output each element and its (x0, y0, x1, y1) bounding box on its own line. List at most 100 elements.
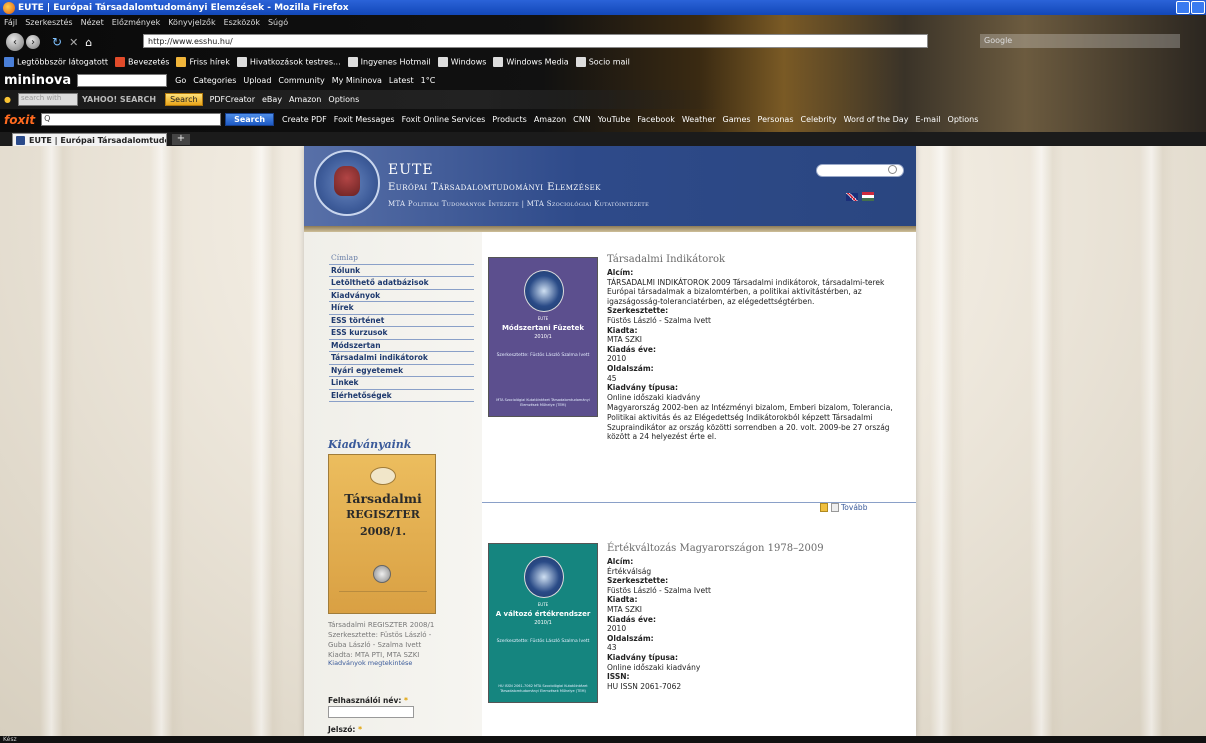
menu-item-modszertan[interactable]: Módszertan (329, 340, 474, 352)
bookmark-item[interactable]: Ingyenes Hotmail (347, 57, 431, 67)
foxit-options-button[interactable]: Options (948, 115, 979, 124)
foxit-messages-button[interactable]: Foxit Messages (334, 115, 395, 124)
back-button[interactable]: ‹ (6, 33, 24, 51)
facebook-link[interactable]: Facebook (637, 115, 675, 124)
mininova-upload[interactable]: Upload (243, 76, 271, 85)
mininova-latest[interactable]: Latest (389, 76, 414, 85)
menu-edit[interactable]: Szerkesztés (25, 18, 72, 27)
foxit-logo: foxit (4, 112, 36, 127)
menu-item-ess-kurzusok[interactable]: ESS kurzusok (329, 327, 474, 340)
youtube-link[interactable]: YouTube (598, 115, 631, 124)
bookmark-item[interactable]: Windows Media (493, 57, 569, 67)
entry-title[interactable]: Értékváltozás Magyarországon 1978–2009 (607, 543, 824, 554)
menu-item-linkek[interactable]: Linkek (329, 377, 474, 390)
home-icon[interactable]: ⌂ (85, 36, 92, 49)
menu-item-nyari-egyetemek[interactable]: Nyári egyetemek (329, 365, 474, 377)
username-input[interactable] (328, 706, 414, 718)
entry-cover[interactable]: EUTE Módszertani Füzetek 2010/1 Szerkesz… (488, 257, 598, 417)
main-content: EUTE Módszertani Füzetek 2010/1 Szerkesz… (482, 232, 916, 736)
menu-view[interactable]: Nézet (81, 18, 104, 27)
publications-link[interactable]: Kiadványok megtekintése (328, 659, 412, 667)
google-search-input[interactable]: Google (980, 34, 1180, 48)
eute-seal-logo[interactable] (314, 150, 380, 216)
maximize-button[interactable] (1191, 1, 1205, 14)
menu-file[interactable]: Fájl (4, 18, 17, 27)
site-title[interactable]: EUTE (388, 162, 434, 178)
weather-link[interactable]: Weather (682, 115, 716, 124)
word-of-the-day-link[interactable]: Word of the Day (844, 115, 909, 124)
field-label: Kiadta: (607, 595, 638, 605)
password-label: Jelszó: * (328, 725, 362, 734)
page-icon (347, 57, 358, 67)
cnn-link[interactable]: CNN (573, 115, 591, 124)
field-value: 2010 (607, 354, 627, 364)
celebrity-link[interactable]: Celebrity (800, 115, 836, 124)
publication-cover[interactable]: Társadalmi REGISZTER 2008/1. (328, 454, 436, 614)
search-icon[interactable] (888, 165, 897, 174)
mininova-my[interactable]: My Mininova (332, 76, 382, 85)
pdfcreator-button[interactable]: PDFCreator (210, 95, 255, 104)
reload-icon[interactable]: ↻ (52, 35, 62, 49)
stop-icon[interactable]: ✕ (69, 36, 78, 49)
forward-button[interactable]: › (26, 35, 40, 49)
foxit-online-services-button[interactable]: Foxit Online Services (402, 115, 486, 124)
amazon-link[interactable]: Amazon (534, 115, 566, 124)
url-input[interactable]: http://www.esshu.hu/ (143, 34, 928, 48)
new-tab-button[interactable]: + (172, 134, 190, 145)
entry-cover[interactable]: EUTE A változó értékrendszer 2010/1 Szer… (488, 543, 598, 703)
page-viewport: EUTE Európai Társadalomtudományi Elemzés… (0, 146, 1206, 736)
window-title: EUTE | Európai Társadalomtudományi Elemz… (18, 2, 349, 13)
menu-history[interactable]: Előzmények (112, 18, 160, 27)
minimize-button[interactable] (1176, 1, 1190, 14)
ebay-button[interactable]: eBay (262, 95, 282, 104)
menu-item-letoltheto-adatbazisok[interactable]: Letölthető adatbázisok (329, 277, 474, 290)
foxit-search-button[interactable]: Search (225, 113, 275, 126)
browser-chrome: Fájl Szerkesztés Nézet Előzmények Könyvj… (0, 15, 1206, 132)
cover-issue: 2010/1 (534, 620, 552, 626)
menu-item-rolunk[interactable]: Rólunk (329, 265, 474, 277)
bookmark-item[interactable]: Legtöbbször látogatott (4, 57, 108, 67)
menu-item-cimlap[interactable]: Címlap (329, 252, 474, 265)
menu-item-hirek[interactable]: Hírek (329, 302, 474, 315)
bookmark-item[interactable]: Hivatkozások testres... (236, 57, 341, 67)
firefox-icon (3, 1, 15, 14)
mininova-community[interactable]: Community (278, 76, 324, 85)
mininova-go[interactable]: Go (175, 76, 186, 85)
menu-bookmarks[interactable]: Könyvjelzők (168, 18, 215, 27)
english-flag-icon[interactable] (846, 193, 858, 201)
bookmark-item[interactable]: Friss hírek (176, 57, 230, 67)
bookmark-item[interactable]: Socio mail (575, 57, 630, 67)
field-value: 2010 (607, 624, 627, 634)
yahoo-search-input[interactable]: search with (17, 93, 78, 106)
products-button[interactable]: Products (492, 115, 527, 124)
entry-title[interactable]: Társadalmi Indikátorok (607, 254, 725, 265)
field-value: MTA SZKI (607, 604, 643, 614)
mininova-categories[interactable]: Categories (193, 76, 236, 85)
menu-help[interactable]: Súgó (268, 18, 288, 27)
mininova-search-input[interactable] (77, 73, 168, 87)
menu-item-kiadvanyok[interactable]: Kiadványok (329, 290, 474, 302)
bookmark-item[interactable]: Windows (437, 57, 486, 67)
cover-title: Módszertani Füzetek (501, 324, 585, 332)
personas-link[interactable]: Personas (758, 115, 794, 124)
menu-item-tarsadalmi-indikatorok[interactable]: Társadalmi indikátorok (329, 352, 474, 365)
foxit-search-input[interactable]: Q (41, 113, 222, 126)
entry-fields: Alcím: TÁRSADALMI INDIKÁTOROK 2009 Társa… (607, 268, 907, 442)
hungarian-flag-icon[interactable] (862, 192, 874, 201)
email-link[interactable]: E-mail (915, 115, 940, 124)
field-value: MTA SZKI (607, 335, 643, 345)
tab-bar: EUTE | Európai Társadalomtudomán... + (0, 132, 1206, 146)
yahoo-search-button[interactable]: Search (165, 93, 203, 106)
bookmark-item[interactable]: Bevezetés (115, 57, 169, 67)
site-subtitle: Európai Társadalomtudományi Elemzések (388, 182, 602, 193)
menu-item-elerhetosegek[interactable]: Elérhetőségek (329, 390, 474, 402)
menu-tools[interactable]: Eszközök (224, 18, 260, 27)
options-button[interactable]: Options (328, 95, 359, 104)
amazon-button[interactable]: Amazon (289, 95, 321, 104)
menu-item-ess-tortenet[interactable]: ESS történet (329, 315, 474, 327)
tab-eute[interactable]: EUTE | Európai Társadalomtudomán... (12, 133, 167, 146)
read-more-link[interactable]: Tovább (820, 503, 867, 512)
games-link[interactable]: Games (723, 115, 751, 124)
field-value: Füstös László - Szalma Ivett (607, 315, 711, 325)
create-pdf-button[interactable]: Create PDF (282, 115, 327, 124)
